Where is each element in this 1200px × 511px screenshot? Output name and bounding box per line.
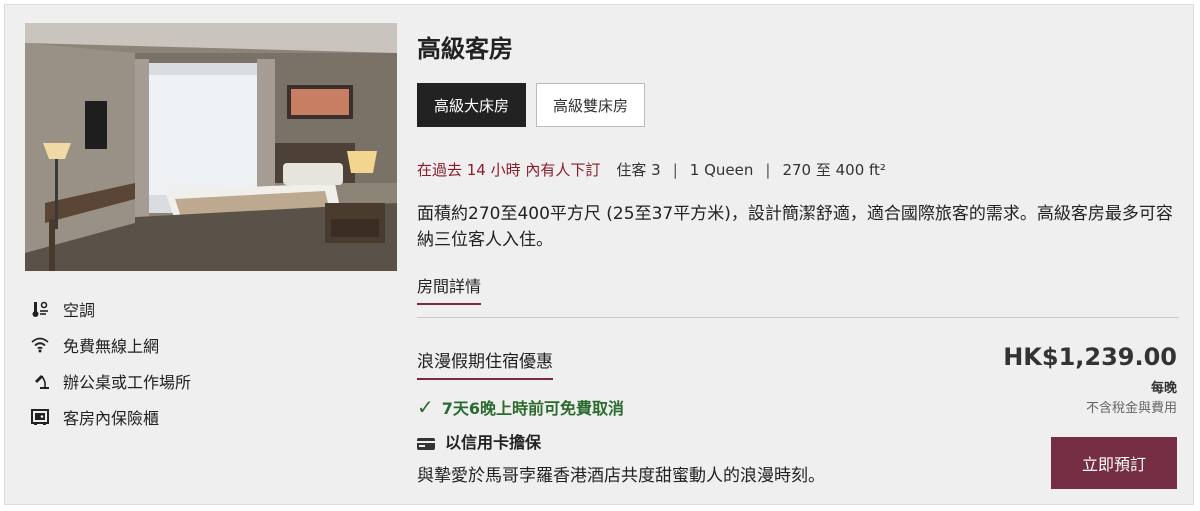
guarantee-text: 以信用卡擔保 — [445, 433, 542, 452]
separator: | — [765, 160, 771, 179]
amenity-safe: 客房內保險櫃 — [29, 399, 191, 435]
room-title: 高級客房 — [417, 35, 513, 63]
amenity-wifi: 免費無線上網 — [29, 327, 191, 363]
amenity-label: 客房內保險櫃 — [63, 409, 160, 428]
offer-description: 與摯愛於馬哥孛羅香港酒店共度甜蜜動人的浪漫時刻。 — [417, 466, 825, 486]
separator: | — [672, 160, 678, 179]
credit-card-icon — [417, 435, 435, 450]
book-now-button[interactable]: 立即預訂 — [1051, 437, 1177, 489]
amenity-air-conditioning: 空調 — [29, 291, 191, 327]
per-night-label: 每晚 — [1150, 381, 1177, 396]
room-size: 270 至 400 ft² — [782, 161, 886, 179]
amenity-desk: 辦公桌或工作場所 — [29, 363, 191, 399]
room-price: HK$1,239.00 — [1003, 343, 1177, 371]
offer-name-link[interactable]: 浪漫假期住宿優惠 — [417, 347, 553, 380]
amenity-label: 免費無線上網 — [63, 337, 160, 356]
tab-queen-bed[interactable]: 高級大床房 — [417, 83, 527, 127]
tab-twin-bed[interactable]: 高級雙床房 — [536, 83, 646, 127]
cancellation-policy: ✓ 7天6晚上時前可免費取消 — [417, 395, 624, 419]
room-details-link[interactable]: 房間詳情 — [417, 273, 482, 305]
safe-icon — [29, 407, 51, 427]
amenity-label: 辦公桌或工作場所 — [63, 373, 192, 392]
room-card: 空調 免費無線上網 辦公桌或工作場所 客房內保險櫃 高級客房 高級大床房 高級雙… — [4, 4, 1194, 505]
check-icon: ✓ — [417, 395, 434, 419]
amenities-list: 空調 免費無線上網 辦公桌或工作場所 客房內保險櫃 — [29, 291, 191, 435]
room-description: 面積約270至400平方尺 (25至37平方米)，設計簡潔舒適，適合國際旅客的需… — [417, 204, 1173, 250]
guarantee-policy: 以信用卡擔保 — [417, 429, 541, 453]
amenity-label: 空調 — [63, 301, 96, 320]
tax-note: 不含稅金與費用 — [1085, 401, 1177, 416]
room-meta: 在過去 14 小時 內有人下訂 住客 3 | 1 Queen | 270 至 4… — [417, 159, 886, 180]
booking-urgency: 在過去 14 小時 內有人下訂 — [417, 161, 601, 179]
cancellation-text: 7天6晚上時前可免費取消 — [441, 399, 625, 418]
air-conditioning-icon — [29, 299, 51, 319]
desk-lamp-icon — [29, 371, 51, 391]
wifi-icon — [29, 335, 51, 355]
room-photo[interactable] — [25, 23, 397, 271]
guest-capacity: 住客 3 — [616, 161, 661, 179]
bed-type-tabs: 高級大床房 高級雙床房 — [417, 83, 646, 127]
divider — [417, 317, 1179, 318]
bed-info: 1 Queen — [689, 160, 754, 179]
room-photo-illustration — [25, 23, 397, 271]
